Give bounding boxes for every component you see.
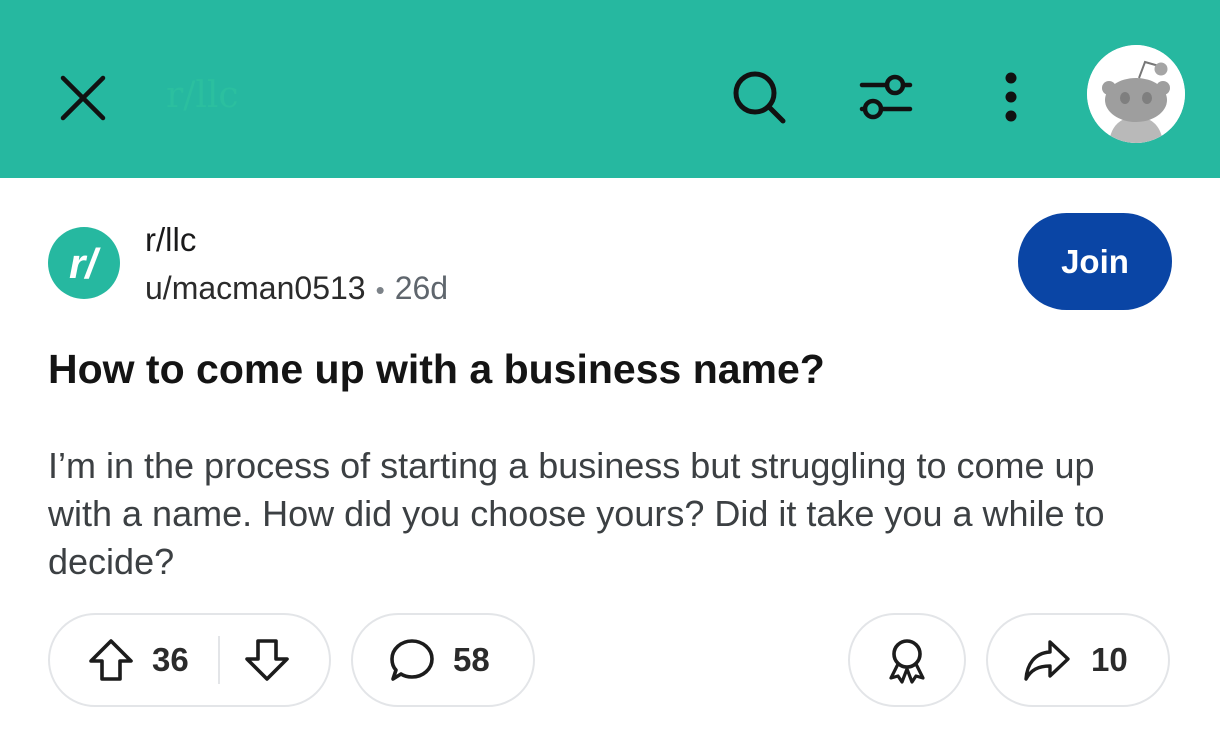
post-title[interactable]: How to come up with a business name? [48,343,1178,395]
subreddit-logo[interactable]: r/ [48,227,120,299]
award-icon [889,639,925,684]
filter-button[interactable] [850,62,920,132]
post-body[interactable]: I’m in the process of starting a busines… [48,442,1168,586]
comment-count: 58 [453,641,490,678]
meta-separator: • [375,275,385,305]
filter-icon [859,74,913,120]
comment-button[interactable]: 58 [351,613,535,707]
share-button[interactable]: 10 [986,613,1170,707]
close-icon [60,75,106,121]
header-title: r/llc [166,75,239,116]
share-icon [1024,640,1070,681]
subreddit-name[interactable]: r/llc [145,220,196,260]
post-age: 26d [394,270,449,306]
search-button[interactable] [724,62,794,132]
upvote-count: 36 [152,641,189,678]
subreddit-logo-icon: r/ [69,240,101,287]
vote-bar: 36 [48,613,331,707]
share-count: 10 [1091,641,1128,678]
more-options-button[interactable] [984,62,1038,132]
subreddit-logo-text: r/ [69,240,101,287]
post-meta: u/macman0513 • 26d [145,268,448,310]
comment-icon [390,639,434,681]
user-avatar[interactable] [1087,45,1185,143]
close-button[interactable] [50,65,116,131]
snoo-avatar-icon [1087,45,1185,143]
upvote-icon[interactable] [87,636,135,684]
more-icon [1005,72,1017,122]
search-icon [733,71,786,124]
award-button[interactable] [848,613,966,707]
vote-divider [217,636,220,684]
post-author[interactable]: u/macman0513 [145,270,366,306]
top-bar: r/llc [0,0,1220,178]
downvote-icon[interactable] [243,636,291,684]
join-button[interactable]: Join [1018,213,1172,310]
